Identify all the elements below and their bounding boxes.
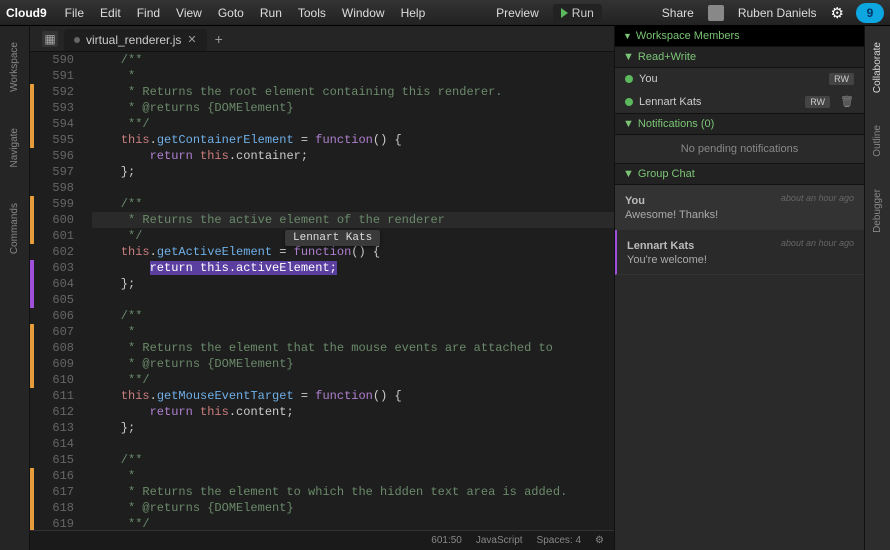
notifications-header[interactable]: ▼Notifications (0) bbox=[615, 113, 864, 135]
menu-tools[interactable]: Tools bbox=[290, 2, 334, 24]
notifications-empty: No pending notifications bbox=[615, 135, 864, 163]
menubar: Cloud9 FileEditFindViewGotoRunToolsWindo… bbox=[0, 0, 890, 26]
play-icon bbox=[561, 8, 568, 18]
chat-message: You about an hour ago Awesome! Thanks! bbox=[615, 185, 864, 230]
collaborate-panel: ▼Workspace Members ▼Read+Write YouRWLenn… bbox=[614, 26, 864, 550]
username[interactable]: Ruben Daniels bbox=[730, 2, 825, 24]
menu-view[interactable]: View bbox=[168, 2, 210, 24]
permission-badge[interactable]: RW bbox=[829, 73, 854, 85]
right-rail: Collaborate Outline Debugger bbox=[864, 26, 890, 550]
panel-menu-icon[interactable]: ▦ bbox=[42, 31, 58, 47]
language-mode[interactable]: JavaScript bbox=[476, 535, 523, 546]
code-editor[interactable]: 5905915925935945955965975985996006016026… bbox=[30, 52, 614, 530]
member-row[interactable]: Lennart Kats RW 🗑 bbox=[615, 90, 864, 113]
menu-file[interactable]: File bbox=[57, 2, 92, 24]
collaborator-cursor-label: Lennart Kats bbox=[285, 230, 380, 246]
menu-run[interactable]: Run bbox=[252, 2, 290, 24]
gutter-marks bbox=[30, 52, 34, 530]
chat-text: Awesome! Thanks! bbox=[625, 209, 854, 221]
new-tab-button[interactable]: + bbox=[207, 31, 231, 47]
indent-setting[interactable]: Spaces: 4 bbox=[537, 535, 581, 546]
chat-text: You're welcome! bbox=[627, 254, 854, 266]
file-tab[interactable]: virtual_renderer.js ✕ bbox=[64, 29, 207, 51]
share-button[interactable]: Share bbox=[654, 2, 702, 24]
cloud9-logo[interactable]: 9 bbox=[856, 3, 884, 23]
right-rail-debugger[interactable]: Debugger bbox=[872, 181, 883, 241]
chat-author: Lennart Kats bbox=[627, 240, 694, 252]
chat-message: Lennart Kats about an hour ago You're welc… bbox=[615, 230, 864, 275]
left-rail-commands[interactable]: Commands bbox=[9, 195, 20, 262]
menu-help[interactable]: Help bbox=[393, 2, 434, 24]
group-chat-header[interactable]: ▼Group Chat bbox=[615, 163, 864, 185]
status-dot-icon bbox=[625, 98, 633, 106]
chat-author: You bbox=[625, 195, 645, 207]
tab-bar: ▦ virtual_renderer.js ✕ + bbox=[30, 26, 614, 52]
menu-find[interactable]: Find bbox=[129, 2, 168, 24]
status-bar: 601:50 JavaScript Spaces: 4 ⚙ bbox=[30, 530, 614, 550]
cursor-position[interactable]: 601:50 bbox=[431, 535, 462, 546]
settings-gear-icon[interactable]: ⚙ bbox=[595, 535, 604, 546]
left-rail-navigate[interactable]: Navigate bbox=[9, 120, 20, 175]
left-rail: Workspace Navigate Commands bbox=[0, 26, 30, 550]
status-dot-icon bbox=[625, 75, 633, 83]
right-rail-outline[interactable]: Outline bbox=[872, 117, 883, 165]
code-lines[interactable]: /** * * Returns the root element contain… bbox=[82, 52, 614, 530]
tab-filename: virtual_renderer.js bbox=[86, 33, 181, 47]
menu-goto[interactable]: Goto bbox=[210, 2, 252, 24]
tab-modified-icon bbox=[74, 37, 80, 43]
close-icon[interactable]: ✕ bbox=[187, 33, 196, 46]
preview-button[interactable]: Preview bbox=[488, 2, 547, 24]
permission-badge[interactable]: RW bbox=[805, 96, 830, 108]
menu-edit[interactable]: Edit bbox=[92, 2, 129, 24]
app-logo[interactable]: Cloud9 bbox=[6, 6, 47, 20]
avatar[interactable] bbox=[708, 5, 724, 21]
run-button[interactable]: Run bbox=[553, 4, 602, 22]
member-name: Lennart Kats bbox=[639, 96, 701, 108]
chat-time: about an hour ago bbox=[781, 238, 854, 248]
right-rail-collaborate[interactable]: Collaborate bbox=[872, 34, 883, 101]
run-label: Run bbox=[572, 6, 594, 20]
trash-icon[interactable]: 🗑 bbox=[840, 95, 854, 108]
menu-window[interactable]: Window bbox=[334, 2, 393, 24]
member-name: You bbox=[639, 73, 658, 85]
read-write-header[interactable]: ▼Read+Write bbox=[615, 46, 864, 68]
left-rail-workspace[interactable]: Workspace bbox=[9, 34, 20, 100]
workspace-members-header[interactable]: ▼Workspace Members bbox=[615, 26, 864, 46]
gear-icon[interactable]: ⚙ bbox=[831, 4, 844, 22]
member-row[interactable]: You RW bbox=[615, 68, 864, 90]
editor-area: ▦ virtual_renderer.js ✕ + 59059159259359… bbox=[30, 26, 614, 550]
line-numbers: 5905915925935945955965975985996006016026… bbox=[34, 52, 82, 530]
chat-time: about an hour ago bbox=[781, 193, 854, 203]
